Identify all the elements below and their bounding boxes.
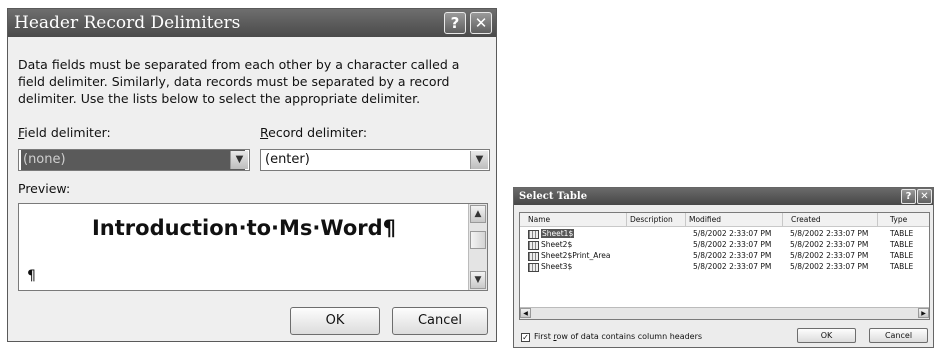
column-header-name[interactable]: Name	[520, 213, 627, 226]
row-name: Sheet2$Print_Area	[541, 251, 611, 260]
select-table-dialog: Select Table ? ✕ Name Description Modifi…	[513, 187, 934, 348]
scroll-right-icon[interactable]: ▶	[918, 308, 929, 318]
scroll-up-icon[interactable]: ▲	[470, 205, 486, 223]
row-type: TABLE	[890, 262, 914, 271]
cancel-button[interactable]: Cancel	[392, 307, 488, 335]
scroll-left-icon[interactable]: ◀	[520, 308, 531, 318]
record-delimiter-label: Record delimiter:	[260, 125, 368, 140]
chevron-down-icon[interactable]: ▼	[470, 151, 488, 169]
row-modified: 5/8/2002 2:33:07 PM	[693, 251, 772, 260]
table-row[interactable]: Sheet2$Print_Area 5/8/2002 2:33:07 PM 5/…	[520, 251, 929, 261]
dialog-title: Header Record Delimiters	[14, 13, 241, 33]
record-delimiter-select[interactable]: (enter) ▼	[260, 149, 490, 171]
field-delimiter-select[interactable]: (none) ▼	[18, 149, 250, 171]
row-type: TABLE	[890, 240, 914, 249]
preview-pane: Introduction·to·Ms·Word¶ ¶ ▲ ▼	[18, 203, 488, 291]
row-type: TABLE	[890, 251, 914, 260]
table-icon	[528, 251, 539, 261]
row-name: Sheet1$	[541, 229, 575, 238]
close-button[interactable]: ✕	[470, 12, 492, 34]
column-header-description[interactable]: Description	[627, 213, 686, 226]
table-row[interactable]: Sheet3$ 5/8/2002 2:33:07 PM 5/8/2002 2:3…	[520, 262, 929, 272]
scroll-down-icon[interactable]: ▼	[470, 271, 486, 289]
table-row[interactable]: Sheet1$ 5/8/2002 2:33:07 PM 5/8/2002 2:3…	[520, 229, 929, 239]
dialog-title: Select Table	[519, 191, 588, 202]
row-modified: 5/8/2002 2:33:07 PM	[693, 240, 772, 249]
table-icon	[528, 262, 539, 272]
row-type: TABLE	[890, 229, 914, 238]
horizontal-scrollbar[interactable]: ◀ ▶	[520, 307, 929, 319]
vertical-scrollbar[interactable]: ▲ ▼	[468, 204, 487, 290]
row-modified: 5/8/2002 2:33:07 PM	[693, 262, 772, 271]
first-row-headers-checkbox[interactable]: ✓	[521, 333, 530, 342]
help-button[interactable]: ?	[901, 189, 916, 204]
row-name: Sheet3$	[541, 262, 573, 271]
table-icon	[528, 240, 539, 250]
column-header-created[interactable]: Created	[783, 213, 878, 226]
preview-text: Introduction·to·Ms·Word¶	[91, 216, 397, 240]
row-created: 5/8/2002 2:33:07 PM	[790, 229, 869, 238]
header-record-delimiters-dialog: Header Record Delimiters ? ✕ Data fields…	[7, 8, 497, 342]
dialog-description: Data fields must be separated from each …	[18, 57, 460, 106]
table-list[interactable]: Name Description Modified Created Type S…	[519, 212, 930, 320]
table-row[interactable]: Sheet2$ 5/8/2002 2:33:07 PM 5/8/2002 2:3…	[520, 240, 929, 250]
column-header-modified[interactable]: Modified	[686, 213, 783, 226]
row-modified: 5/8/2002 2:33:07 PM	[693, 229, 772, 238]
table-icon	[528, 229, 539, 239]
row-created: 5/8/2002 2:33:07 PM	[790, 251, 869, 260]
row-name: Sheet2$	[541, 240, 573, 249]
ok-button[interactable]: OK	[290, 307, 380, 335]
dialog-titlebar: Select Table ? ✕	[514, 188, 933, 205]
column-header-type[interactable]: Type	[878, 213, 929, 226]
paragraph-mark: ¶	[27, 268, 36, 284]
scroll-thumb[interactable]	[470, 231, 486, 249]
field-delimiter-value: (none)	[21, 150, 245, 170]
dialog-titlebar: Header Record Delimiters ? ✕	[8, 9, 496, 37]
cancel-button[interactable]: Cancel	[869, 328, 928, 343]
first-row-headers-label: First row of data contains column header…	[534, 332, 703, 341]
ok-button[interactable]: OK	[797, 328, 856, 343]
close-button[interactable]: ✕	[917, 189, 932, 204]
preview-label: Preview:	[18, 181, 71, 196]
chevron-down-icon[interactable]: ▼	[230, 151, 248, 169]
field-delimiter-label: Field delimiter:	[18, 125, 111, 140]
row-created: 5/8/2002 2:33:07 PM	[790, 240, 869, 249]
list-header: Name Description Modified Created Type	[520, 213, 929, 227]
help-button[interactable]: ?	[444, 12, 466, 34]
record-delimiter-value: (enter)	[265, 152, 310, 167]
row-created: 5/8/2002 2:33:07 PM	[790, 262, 869, 271]
